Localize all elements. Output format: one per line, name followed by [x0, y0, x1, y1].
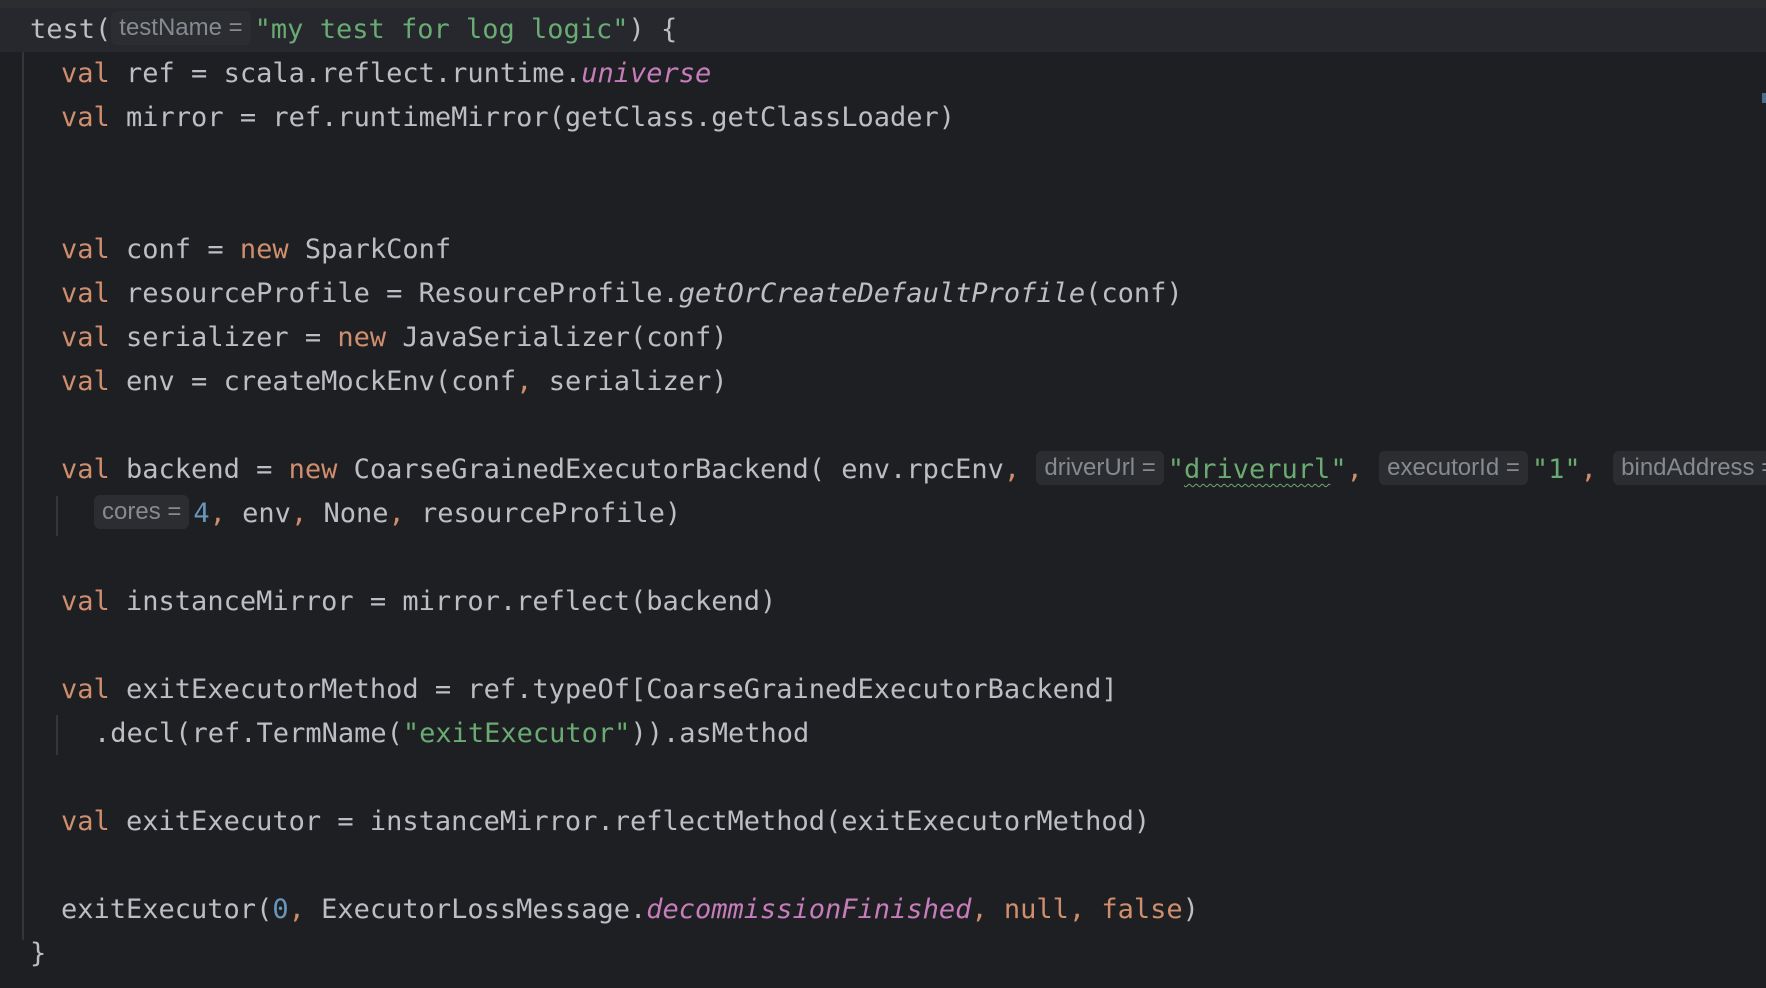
parameter-hint: driverUrl =: [1036, 451, 1164, 485]
code-token: resourceProfile): [404, 498, 682, 529]
code-token: serializer =: [109, 322, 338, 353]
method-token: getOrCreateDefaultProfile: [678, 278, 1086, 309]
code-token: exitExecutor = instanceMirror.reflectMet…: [109, 806, 1151, 837]
scrollbar-marker[interactable]: [1762, 93, 1766, 103]
keyword-token: val: [61, 674, 110, 705]
code-line[interactable]: val exitExecutor = instanceMirror.reflec…: [61, 800, 1150, 844]
field-token: universe: [581, 58, 712, 89]
string-token: "my test for log logic": [254, 14, 629, 45]
keyword-token: ,: [1346, 454, 1380, 485]
code-line[interactable]: val backend = new CoarseGrainedExecutorB…: [61, 448, 1766, 492]
code-line[interactable]: test(testName = "my test for log logic") …: [30, 8, 677, 52]
keyword-token: val: [61, 366, 110, 397]
code-token: JavaSerializer(conf): [386, 322, 728, 353]
code-line[interactable]: val exitExecutorMethod = ref.typeOf[Coar…: [61, 668, 1118, 712]
code-token: }: [30, 938, 47, 969]
parameter-hint: bindAddress =: [1613, 451, 1766, 485]
keyword-token: val: [61, 234, 110, 265]
code-token: ) {: [628, 14, 678, 45]
keyword-token: val: [61, 322, 110, 353]
code-line[interactable]: val instanceMirror = mirror.reflect(back…: [61, 580, 776, 624]
parameter-hint: executorId =: [1379, 451, 1528, 485]
editor-top-strip: [0, 0, 1766, 8]
code-token: backend =: [109, 454, 289, 485]
code-token: .decl(ref.TermName(: [94, 718, 403, 749]
code-line[interactable]: }: [30, 932, 46, 976]
code-token: env: [225, 498, 291, 529]
string-token: "1": [1531, 454, 1581, 485]
keyword-token: ,: [1580, 454, 1614, 485]
keyword-token: ,: [288, 894, 305, 925]
code-token: exitExecutorMethod = ref.typeOf[CoarseGr…: [109, 674, 1118, 705]
string-token: ": [1330, 454, 1347, 485]
code-line[interactable]: val ref = scala.reflect.runtime.universe: [61, 52, 711, 96]
code-line[interactable]: val serializer = new JavaSerializer(conf…: [61, 316, 728, 360]
keyword-token: val: [61, 806, 110, 837]
continuation-guide: [56, 715, 58, 755]
code-line[interactable]: val conf = new SparkConf: [61, 228, 451, 272]
code-token: CoarseGrainedExecutorBackend( env.rpcEnv: [337, 454, 1004, 485]
typo-token: driverurl: [1184, 454, 1331, 485]
keyword-token: ,: [290, 498, 308, 529]
number-token: 0: [272, 894, 289, 925]
code-editor[interactable]: test(testName = "my test for log logic") …: [0, 0, 1766, 988]
code-token: resourceProfile = ResourceProfile.: [109, 278, 679, 309]
code-line[interactable]: cores = 4, env, None, resourceProfile): [94, 492, 681, 536]
code-token: (conf): [1085, 278, 1183, 309]
code-token: ): [1182, 894, 1199, 925]
field-token: decommissionFinished: [646, 894, 972, 925]
continuation-guide: [56, 496, 58, 536]
keyword-token: val: [61, 102, 110, 133]
code-line[interactable]: val mirror = ref.runtimeMirror(getClass.…: [61, 96, 955, 140]
code-token: instanceMirror = mirror.reflect(backend): [109, 586, 777, 617]
keyword-token: val: [61, 58, 110, 89]
code-line[interactable]: .decl(ref.TermName("exitExecutor")).asMe…: [94, 712, 809, 756]
indent-guide: [22, 52, 24, 940]
code-line[interactable]: exitExecutor(0, ExecutorLossMessage.deco…: [61, 888, 1199, 932]
keyword-token: new: [288, 454, 338, 485]
code-token: ExecutorLossMessage.: [304, 894, 647, 925]
keyword-token: ,: [516, 366, 533, 397]
code-token: ref = scala.reflect.runtime.: [109, 58, 582, 89]
keyword-token: new: [239, 234, 289, 265]
code-token: None: [307, 498, 389, 529]
code-token: mirror = ref.runtimeMirror(getClass.getC…: [109, 102, 956, 133]
keyword-token: new: [337, 322, 387, 353]
string-token: "exitExecutor": [402, 718, 631, 749]
code-token: exitExecutor(: [61, 894, 273, 925]
code-token: test(: [30, 14, 112, 45]
number-token: 4: [193, 498, 210, 529]
code-token: serializer): [532, 366, 728, 397]
keyword-token: val: [61, 454, 110, 485]
parameter-hint: cores =: [94, 495, 190, 529]
keyword-token: val: [61, 586, 110, 617]
code-line[interactable]: val resourceProfile = ResourceProfile.ge…: [61, 272, 1183, 316]
code-token: conf =: [109, 234, 240, 265]
code-line[interactable]: val env = createMockEnv(conf, serializer…: [61, 360, 728, 404]
code-token: SparkConf: [288, 234, 452, 265]
string-token: ": [1167, 454, 1184, 485]
keyword-token: ,: [1003, 454, 1037, 485]
keyword-token: ,: [388, 498, 405, 529]
parameter-hint: testName =: [111, 11, 251, 45]
keyword-token: val: [61, 278, 110, 309]
keyword-token: ,: [209, 498, 226, 529]
keyword-token: , null, false: [971, 894, 1183, 925]
code-token: )).asMethod: [630, 718, 810, 749]
code-token: env = createMockEnv(conf: [109, 366, 517, 397]
